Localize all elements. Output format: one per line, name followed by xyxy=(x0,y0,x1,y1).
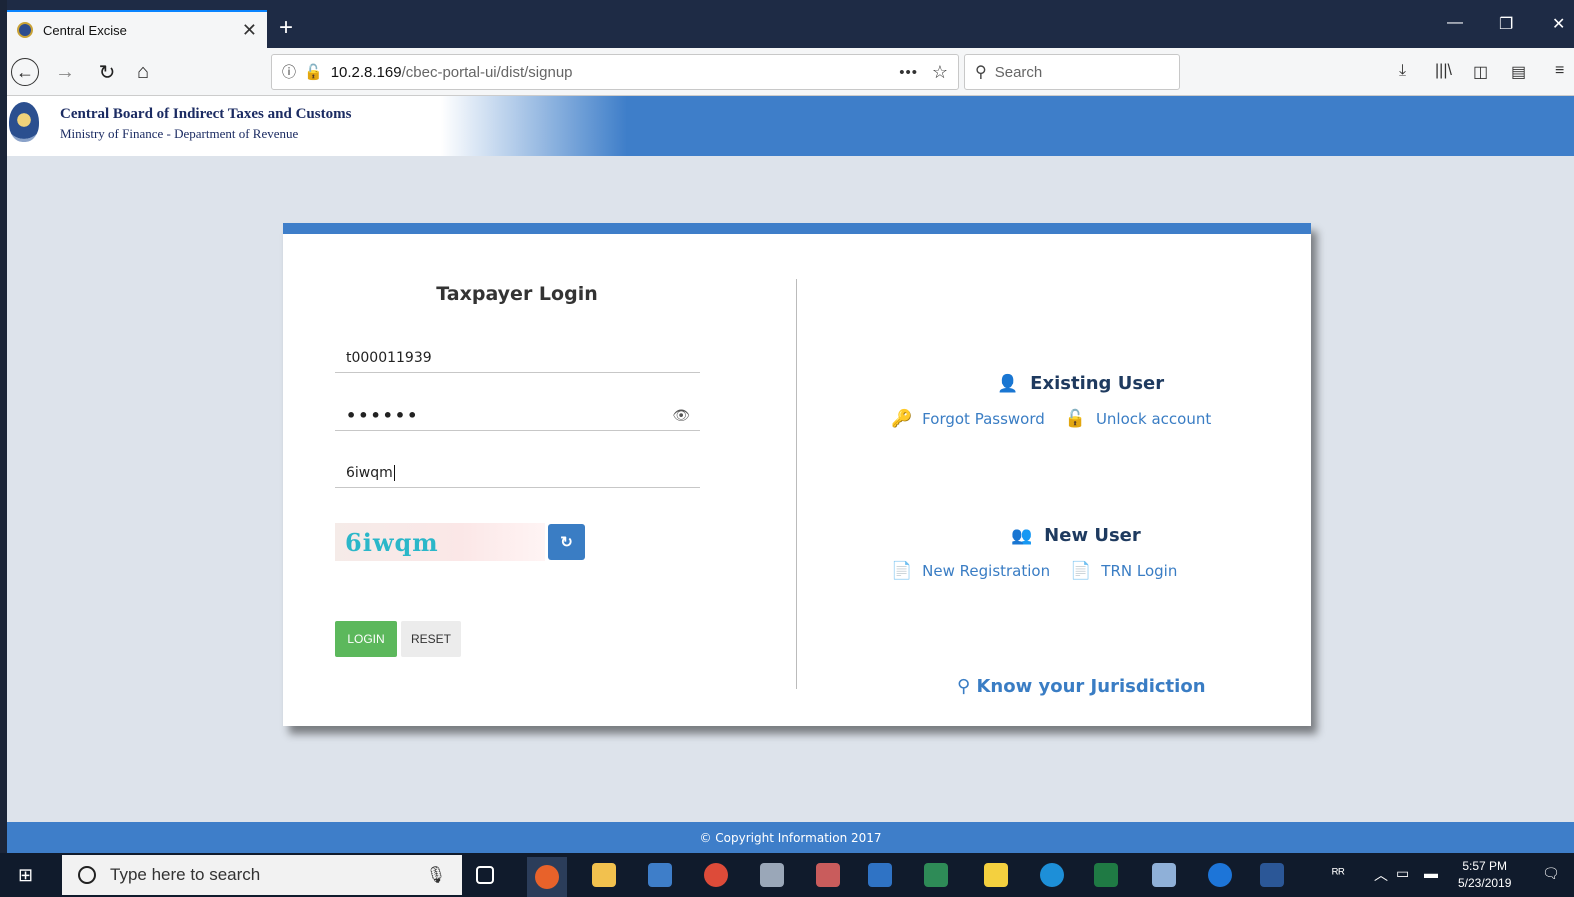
new-tab-icon[interactable]: + xyxy=(279,14,293,42)
user-plus-icon: 👥 xyxy=(1011,525,1033,546)
taskbar-clock[interactable]: 5:57 PM 5/23/2019 xyxy=(1458,858,1511,892)
taskbar-search-input[interactable]: Type here to search 🎙 xyxy=(62,855,462,895)
file-explorer-icon[interactable] xyxy=(592,863,616,887)
back-icon[interactable]: ← xyxy=(11,58,39,86)
password-value: •••••• xyxy=(346,406,420,425)
site-footer: © Copyright Information 2017 xyxy=(7,822,1574,853)
windows-start-icon[interactable]: ⊞ xyxy=(18,865,33,886)
windows-taskbar: ⊞ Type here to search 🎙 ᴿᴿ ︿ ▭ ▬ 5:57 PM… xyxy=(0,853,1574,897)
close-window-icon[interactable]: ✕ xyxy=(1552,14,1565,34)
clock-date: 5/23/2019 xyxy=(1458,876,1512,890)
unlock-account-link[interactable]: Unlock account xyxy=(1096,410,1211,428)
reset-button[interactable]: RESET xyxy=(401,621,461,657)
taskbar-search-placeholder: Type here to search xyxy=(110,865,261,884)
new-user-title: 👥 New User xyxy=(1011,525,1141,546)
browser-search-input[interactable]: ⚲ Search xyxy=(964,54,1180,90)
library-icon[interactable]: |||\ xyxy=(1435,62,1452,80)
excel-icon[interactable] xyxy=(1094,863,1118,887)
username-value: t000011939 xyxy=(346,349,432,366)
existing-user-links: 🔑 Forgot Password 🔓 Unlock account xyxy=(891,409,1231,429)
new-user-links: 📄 New Registration 📄 TRN Login xyxy=(891,561,1197,581)
document-icon: 📄 xyxy=(1070,561,1092,581)
login-button[interactable]: LOGIN xyxy=(335,621,397,657)
minimize-icon[interactable]: — xyxy=(1447,14,1463,32)
task-view-icon[interactable] xyxy=(476,866,494,884)
restore-icon[interactable]: ❐ xyxy=(1499,14,1513,34)
download-icon[interactable]: ⤓ xyxy=(1399,62,1406,80)
captcha-image: 6iwqm xyxy=(335,523,545,561)
eye-icon[interactable]: 👁 xyxy=(672,408,690,424)
reload-icon[interactable]: ↻ xyxy=(93,58,121,86)
login-card: Taxpayer Login t000011939 •••••• 👁 6iwqm… xyxy=(283,223,1311,726)
firefox-taskbar-icon[interactable] xyxy=(527,857,567,897)
outlook-icon[interactable] xyxy=(868,863,892,887)
document-icon: 📄 xyxy=(891,561,913,581)
home-icon[interactable]: ⌂ xyxy=(129,58,157,86)
site-favicon-icon xyxy=(17,22,33,38)
app-icon[interactable] xyxy=(648,863,672,887)
microphone-icon[interactable]: 🎙 xyxy=(426,865,446,885)
map-marker-icon: ⚲ xyxy=(957,676,971,697)
browser-tabbar: Central Excise ✕ + — ❐ ✕ xyxy=(7,0,1574,48)
forgot-password-link[interactable]: Forgot Password xyxy=(922,410,1045,428)
captcha-image-text: 6iwqm xyxy=(345,527,439,557)
left-edge xyxy=(0,0,7,897)
username-field[interactable]: t000011939 xyxy=(335,343,700,373)
captcha-input-value: 6iwqm xyxy=(346,464,393,481)
search-icon: ⚲ xyxy=(975,64,987,81)
info-icon[interactable]: ⓘ xyxy=(282,62,296,82)
user-icon: 👤 xyxy=(997,373,1019,394)
people-icon[interactable]: ᴿᴿ xyxy=(1332,865,1345,881)
word-icon[interactable] xyxy=(1260,863,1284,887)
app-icon[interactable] xyxy=(760,863,784,887)
sticky-notes-icon[interactable] xyxy=(984,863,1008,887)
app-icon[interactable] xyxy=(816,863,840,887)
site-header: Central Board of Indirect Taxes and Cust… xyxy=(7,96,1574,156)
insecure-lock-icon[interactable]: 🔓 xyxy=(304,63,323,81)
skype-icon[interactable] xyxy=(1040,863,1064,887)
key-icon: 🔑 xyxy=(891,409,913,429)
edge-icon[interactable] xyxy=(1208,863,1232,887)
screen: Central Excise ✕ + — ❐ ✕ ← → ↻ ⌂ ⓘ 🔓 10.… xyxy=(0,0,1574,897)
card-divider xyxy=(796,279,797,689)
login-title: Taxpayer Login xyxy=(436,283,598,305)
org-subtitle: Ministry of Finance - Department of Reve… xyxy=(60,126,299,141)
emblem-logo xyxy=(9,102,39,142)
refresh-captcha-button[interactable]: ↻ xyxy=(548,524,585,560)
menu-icon[interactable]: ≡ xyxy=(1555,62,1564,80)
know-jurisdiction-link[interactable]: ⚲ Know your Jurisdiction xyxy=(957,676,1206,697)
reader-icon[interactable]: ▤ xyxy=(1511,62,1526,82)
page-actions-icon[interactable]: ••• xyxy=(899,64,918,81)
forward-icon[interactable]: → xyxy=(51,58,79,86)
bookmark-star-icon[interactable]: ☆ xyxy=(932,62,948,83)
new-registration-link[interactable]: New Registration xyxy=(922,562,1050,580)
cortana-icon xyxy=(78,866,96,884)
tray-chevron-icon[interactable]: ︿ xyxy=(1374,865,1388,885)
battery-icon[interactable]: ▬ xyxy=(1424,865,1438,881)
network-icon[interactable]: ▭ xyxy=(1396,865,1409,882)
trn-login-link[interactable]: TRN Login xyxy=(1101,562,1177,580)
url-bar[interactable]: ⓘ 🔓 10.2.8.169 /cbec-portal-ui/dist/sign… xyxy=(271,54,959,90)
url-host: 10.2.8.169 xyxy=(330,63,402,81)
refresh-icon: ↻ xyxy=(560,534,573,551)
clock-time: 5:57 PM xyxy=(1462,859,1508,873)
captcha-input[interactable]: 6iwqm xyxy=(335,458,700,488)
text-caret xyxy=(393,464,395,481)
browser-tab[interactable]: Central Excise ✕ xyxy=(7,10,267,48)
chrome-icon[interactable] xyxy=(704,863,728,887)
notifications-icon[interactable]: 🗨 xyxy=(1542,865,1560,882)
existing-user-title: 👤 Existing User xyxy=(997,373,1165,394)
sidebar-icon[interactable]: ◫ xyxy=(1473,62,1488,82)
password-field[interactable]: •••••• 👁 xyxy=(335,401,700,431)
close-tab-icon[interactable]: ✕ xyxy=(242,20,257,41)
tab-title: Central Excise xyxy=(43,22,127,38)
app-icon[interactable] xyxy=(924,863,948,887)
url-path: /cbec-portal-ui/dist/signup xyxy=(401,63,573,81)
org-name: Central Board of Indirect Taxes and Cust… xyxy=(60,106,352,122)
unlock-icon: 🔓 xyxy=(1064,409,1086,429)
browser-navbar: ← → ↻ ⌂ ⓘ 🔓 10.2.8.169 /cbec-portal-ui/d… xyxy=(7,48,1574,96)
app-icon[interactable] xyxy=(1152,863,1176,887)
search-placeholder: Search xyxy=(994,63,1043,81)
